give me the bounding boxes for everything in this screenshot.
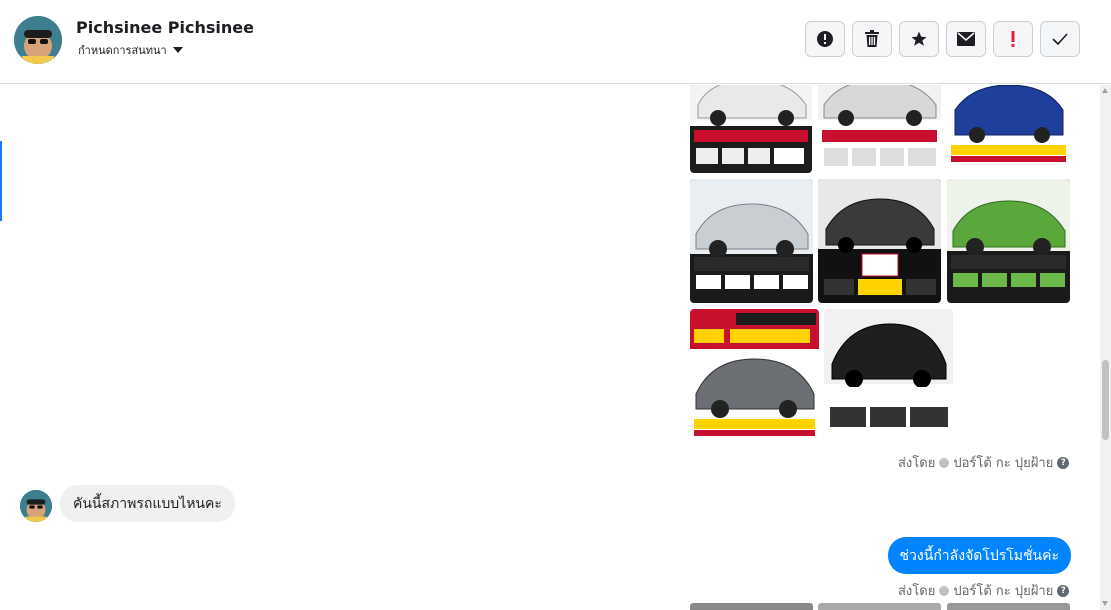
star-icon bbox=[911, 31, 927, 46]
alert-circle-icon bbox=[817, 31, 833, 47]
check-icon bbox=[1052, 33, 1068, 45]
mark-done-button[interactable] bbox=[1040, 21, 1080, 57]
help-icon[interactable]: ? bbox=[1057, 456, 1070, 469]
message-toolbar bbox=[805, 21, 1080, 57]
spam-button[interactable] bbox=[993, 21, 1033, 57]
thread-scrollbar[interactable] bbox=[1100, 85, 1111, 610]
car-ad-image-4[interactable] bbox=[690, 179, 813, 303]
trash-icon bbox=[865, 30, 879, 47]
next-image-preview bbox=[947, 603, 1070, 610]
scroll-up-arrow-icon[interactable] bbox=[1102, 88, 1108, 93]
scrollbar-thumb[interactable] bbox=[1102, 360, 1109, 440]
outgoing-message-bubble[interactable]: ช่วงนี้กำลังจัดโปรโมชั่นค่ะ bbox=[887, 537, 1071, 574]
incoming-message-bubble[interactable]: คันนี้สภาพรถแบบไหนคะ bbox=[60, 485, 235, 522]
contact-avatar[interactable] bbox=[14, 16, 62, 64]
scroll-down-arrow-icon[interactable] bbox=[1102, 601, 1108, 606]
car-ad-image-8[interactable] bbox=[824, 309, 953, 439]
next-image-preview bbox=[690, 603, 813, 610]
sender-name[interactable]: ปอร์โต้ กะ ปุยฝ้าย bbox=[953, 580, 1053, 601]
conversation-settings-label: กำหนดการสนทนา bbox=[78, 44, 167, 57]
exclamation-icon bbox=[1011, 31, 1015, 47]
conversation-header: Pichsinee Pichsinee กำหนดการสนทนา bbox=[0, 0, 1111, 84]
conversation-settings-dropdown[interactable]: กำหนดการสนทนา bbox=[78, 41, 183, 59]
car-ad-image-6[interactable] bbox=[947, 179, 1070, 303]
sent-by-label: ส่งโดย bbox=[898, 456, 936, 471]
outgoing-message-meta: ส่งโดย ปอร์โต้ กะ ปุยฝ้าย ? bbox=[898, 580, 1070, 601]
car-ad-image-2[interactable] bbox=[818, 85, 941, 173]
report-button[interactable] bbox=[805, 21, 845, 57]
sender-name[interactable]: ปอร์โต้ กะ ปุยฝ้าย bbox=[953, 452, 1053, 473]
sent-by-label: ส่งโดย bbox=[898, 584, 936, 599]
star-button[interactable] bbox=[899, 21, 939, 57]
car-ad-image-3[interactable] bbox=[947, 85, 1070, 170]
sender-avatar[interactable] bbox=[20, 490, 52, 522]
page-badge-icon bbox=[939, 585, 950, 596]
car-ad-image-1[interactable] bbox=[690, 85, 812, 173]
delete-button[interactable] bbox=[852, 21, 892, 57]
contact-name[interactable]: Pichsinee Pichsinee bbox=[76, 18, 254, 37]
envelope-icon bbox=[957, 32, 975, 46]
car-ad-image-5[interactable] bbox=[818, 179, 941, 303]
image-message-meta: ส่งโดย ปอร์โต้ กะ ปุยฝ้าย ? bbox=[898, 452, 1070, 473]
chevron-down-icon bbox=[172, 47, 183, 53]
mark-unread-button[interactable] bbox=[946, 21, 986, 57]
help-icon[interactable]: ? bbox=[1057, 584, 1070, 597]
conversation-thread: ส่งโดย ปอร์โต้ กะ ปุยฝ้าย ? คันนี้สภาพรถ… bbox=[0, 85, 1100, 610]
car-ad-image-7[interactable] bbox=[690, 309, 819, 439]
page-badge-icon bbox=[939, 457, 950, 468]
next-image-preview bbox=[818, 603, 941, 610]
